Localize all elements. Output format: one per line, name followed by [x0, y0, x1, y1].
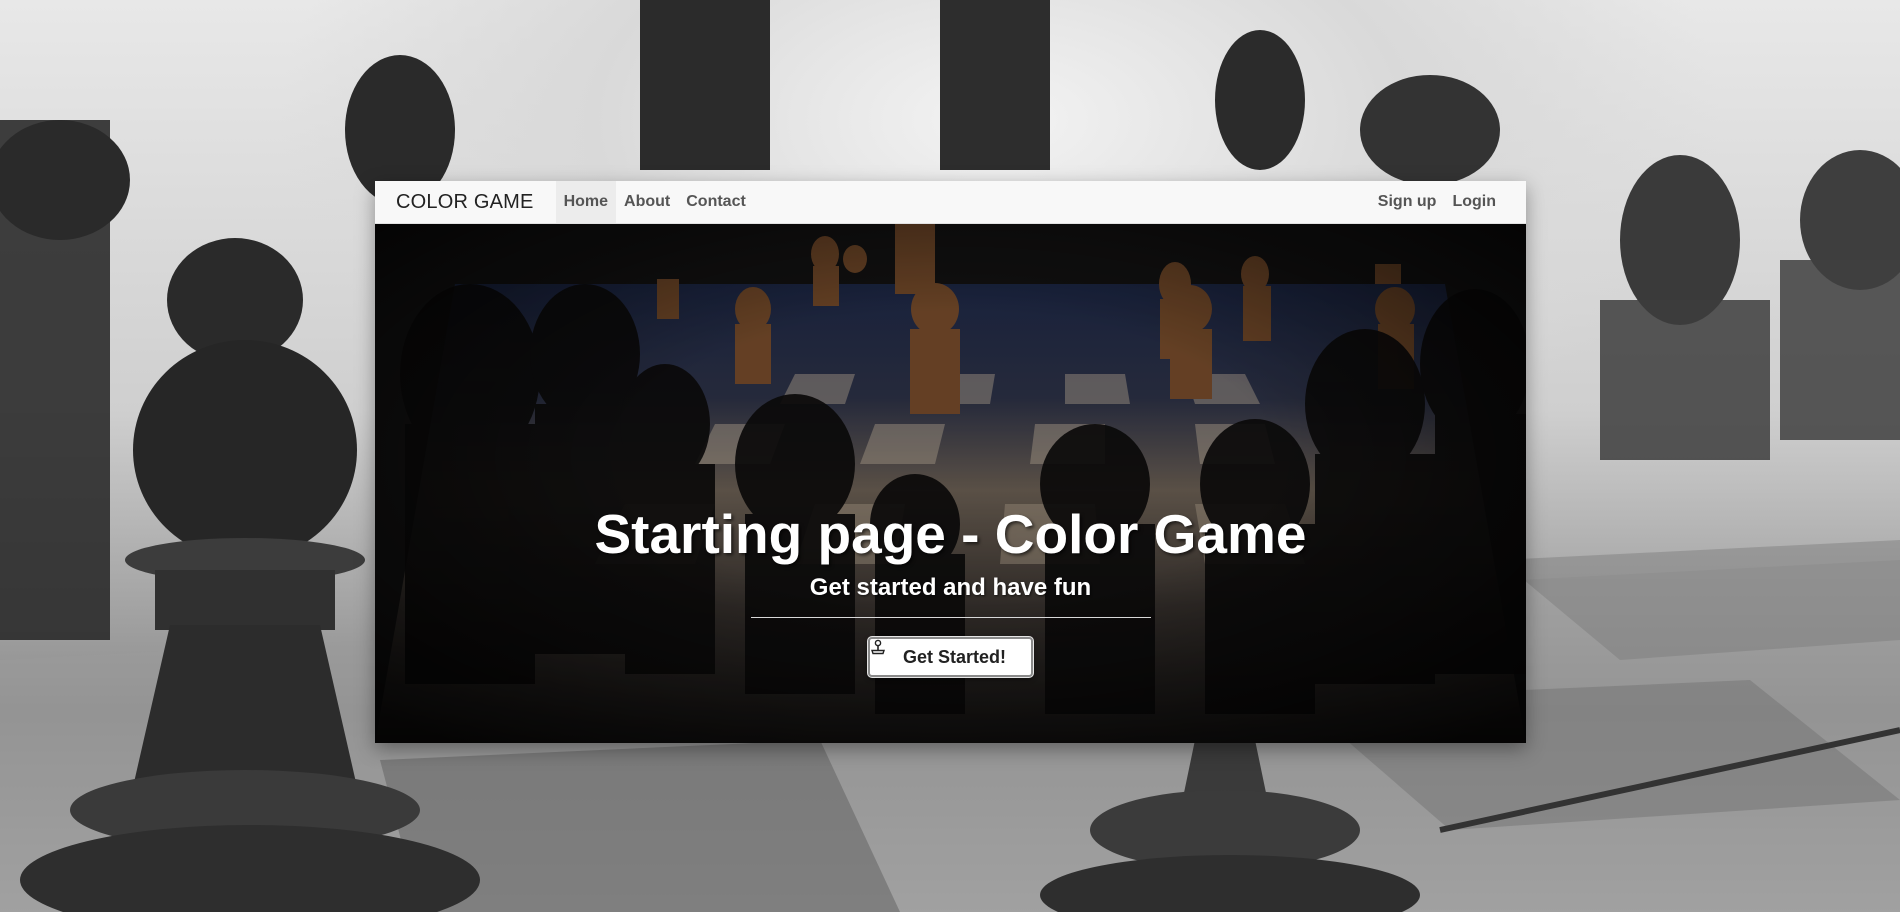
hero-content: Starting page - Color Game Get started a…: [375, 224, 1526, 743]
nav-right: Sign up Login: [1370, 181, 1504, 223]
hero-subtitle: Get started and have fun: [809, 574, 1092, 601]
main-card: COLOR GAME Home About Contact Sign up Lo…: [375, 181, 1526, 743]
nav-item-sign-up[interactable]: Sign up: [1370, 181, 1445, 223]
navbar: COLOR GAME Home About Contact Sign up Lo…: [375, 181, 1526, 224]
hero-section: Starting page - Color Game Get started a…: [375, 224, 1526, 743]
nav-left: Home About Contact: [555, 181, 754, 223]
nav-item-about[interactable]: About: [616, 181, 678, 223]
brand-logo[interactable]: COLOR GAME: [396, 191, 534, 214]
nav-item-contact[interactable]: Contact: [678, 181, 754, 223]
get-started-button[interactable]: Get Started!: [868, 637, 1033, 677]
get-started-label: Get Started!: [902, 646, 1007, 667]
nav-item-home[interactable]: Home: [555, 181, 617, 223]
hero-title: Starting page - Color Game: [594, 503, 1307, 565]
nav-item-login[interactable]: Login: [1444, 181, 1504, 223]
hero-divider: [751, 617, 1151, 618]
